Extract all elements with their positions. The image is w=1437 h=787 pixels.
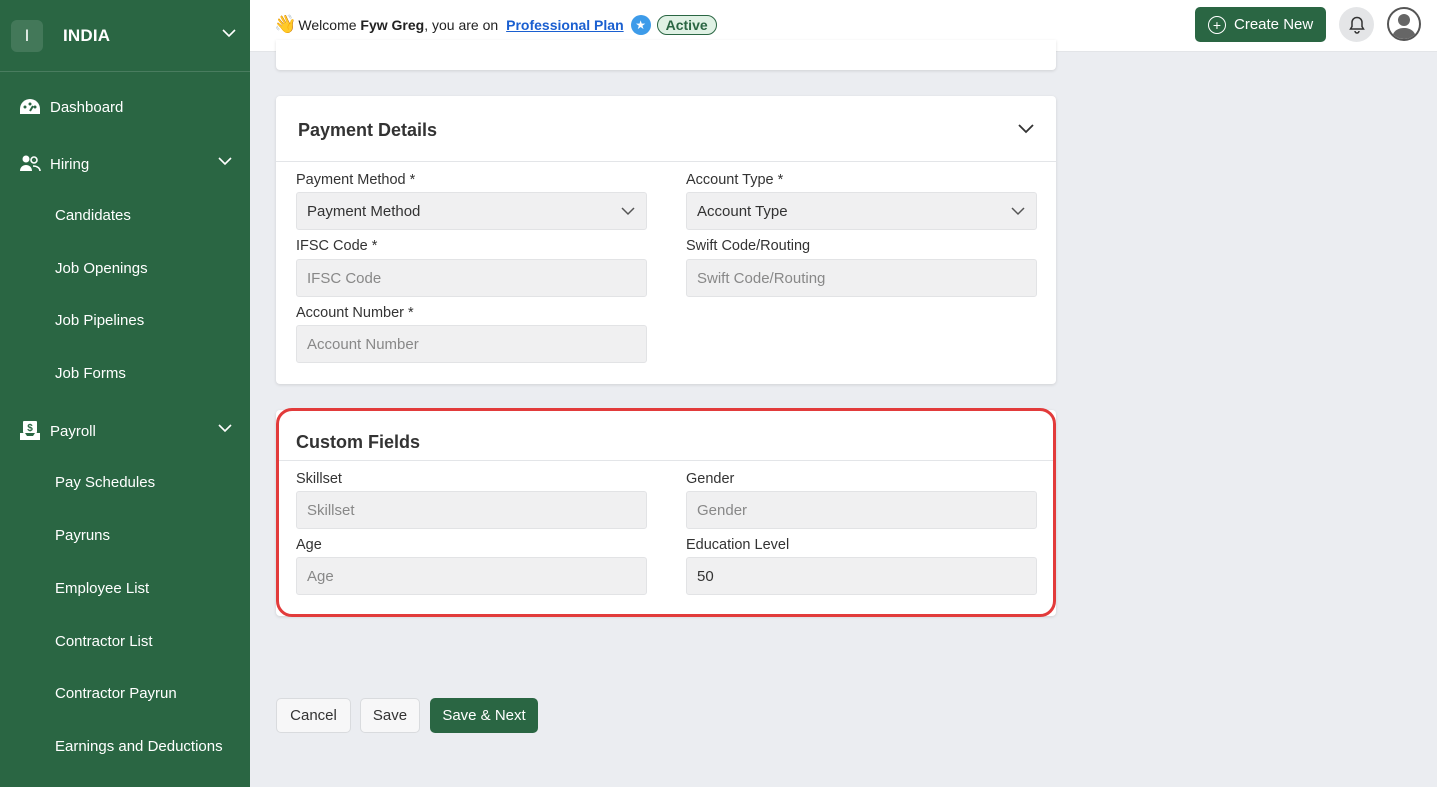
org-name: INDIA	[63, 25, 111, 45]
age-input[interactable]: Age	[296, 557, 647, 595]
save-next-button[interactable]: Save & Next	[430, 698, 538, 733]
sidebar-item-job-pipelines[interactable]: Job Pipelines	[55, 312, 144, 329]
account-type-select[interactable]: Account Type	[686, 192, 1037, 230]
sidebar-item-contractor-payrun[interactable]: Contractor Payrun	[55, 685, 177, 702]
payment-method-select[interactable]: Payment Method	[296, 192, 647, 230]
ifsc-label: IFSC Code *	[296, 238, 378, 254]
sidebar-item-earnings-deductions[interactable]: Earnings and Deductions	[55, 738, 223, 755]
sidebar: I INDIA Dashboard Hiring Candidates Job …	[0, 0, 250, 787]
account-type-label: Account Type *	[686, 172, 784, 188]
star-icon: ★	[630, 14, 651, 35]
avatar[interactable]	[1387, 7, 1421, 41]
payment-details-header[interactable]: Payment Details	[276, 96, 1056, 162]
sidebar-item-job-openings[interactable]: Job Openings	[55, 260, 148, 277]
bell-icon	[1348, 16, 1365, 34]
chevron-down-icon	[222, 29, 236, 38]
plus-circle-icon: +	[1208, 15, 1226, 34]
sidebar-item-label: Dashboard	[50, 98, 124, 116]
user-avatar-icon	[1392, 14, 1416, 39]
sidebar-item-pay-schedules[interactable]: Pay Schedules	[55, 474, 155, 491]
users-icon	[18, 153, 42, 175]
sidebar-item-employee-list[interactable]: Employee List	[55, 580, 149, 597]
gender-label: Gender	[686, 471, 735, 487]
skillset-label: Skillset	[296, 471, 342, 487]
section-title: Payment Details	[298, 120, 438, 140]
section-title: Custom Fields	[296, 432, 421, 452]
gender-input[interactable]: Gender	[686, 491, 1037, 529]
payroll-icon: $	[18, 420, 42, 442]
create-new-label: Create New	[1234, 16, 1314, 33]
skillset-input[interactable]: Skillset	[296, 491, 647, 529]
sidebar-item-label: Hiring	[50, 155, 90, 173]
sidebar-item-hiring[interactable]: Hiring	[0, 144, 250, 184]
notifications-button[interactable]	[1339, 7, 1374, 42]
payment-method-value: Payment Method	[307, 202, 421, 220]
org-initial-badge: I	[11, 19, 43, 52]
swift-label: Swift Code/Routing	[686, 238, 811, 254]
education-level-input[interactable]: 50	[686, 557, 1037, 595]
sidebar-item-dashboard[interactable]: Dashboard	[0, 87, 250, 127]
user-name: Fyw Greg	[360, 16, 425, 33]
status-badge: Active	[656, 14, 717, 35]
welcome-suffix: , you are on	[424, 16, 499, 33]
age-label: Age	[296, 537, 322, 553]
chevron-down-icon	[218, 424, 232, 433]
welcome-prefix: Welcome	[298, 16, 357, 33]
welcome-banner: 👋 Welcome Fyw Greg, you are on Professio…	[274, 14, 717, 35]
org-switcher[interactable]: I INDIA	[0, 0, 250, 72]
sidebar-item-candidates[interactable]: Candidates	[55, 207, 131, 224]
chevron-down-icon	[1018, 124, 1034, 134]
svg-text:$: $	[27, 423, 33, 434]
payment-method-label: Payment Method *	[296, 172, 416, 188]
dashboard-icon	[18, 96, 42, 118]
sidebar-item-payroll[interactable]: $ Payroll	[0, 411, 250, 451]
create-new-button[interactable]: + Create New	[1195, 7, 1326, 42]
custom-fields-header: Custom Fields	[276, 410, 1056, 461]
sidebar-item-payruns[interactable]: Payruns	[55, 527, 110, 544]
education-level-label: Education Level	[686, 537, 790, 553]
account-type-value: Account Type	[697, 202, 788, 220]
cancel-button[interactable]: Cancel	[276, 698, 351, 733]
account-number-label: Account Number *	[296, 305, 414, 321]
sidebar-item-job-forms[interactable]: Job Forms	[55, 365, 126, 382]
account-number-input[interactable]: Account Number	[296, 325, 647, 363]
sidebar-item-label: Payroll	[50, 422, 96, 440]
wave-emoji: 👋	[274, 14, 297, 34]
plan-link[interactable]: Professional Plan	[506, 17, 623, 33]
save-button[interactable]: Save	[360, 698, 420, 733]
chevron-down-icon	[1011, 207, 1025, 216]
ifsc-input[interactable]: IFSC Code	[296, 259, 647, 297]
chevron-down-icon	[621, 207, 635, 216]
chevron-down-icon	[218, 157, 232, 166]
sidebar-item-contractor-list[interactable]: Contractor List	[55, 633, 153, 650]
swift-input[interactable]: Swift Code/Routing	[686, 259, 1037, 297]
previous-section-card	[276, 40, 1056, 70]
